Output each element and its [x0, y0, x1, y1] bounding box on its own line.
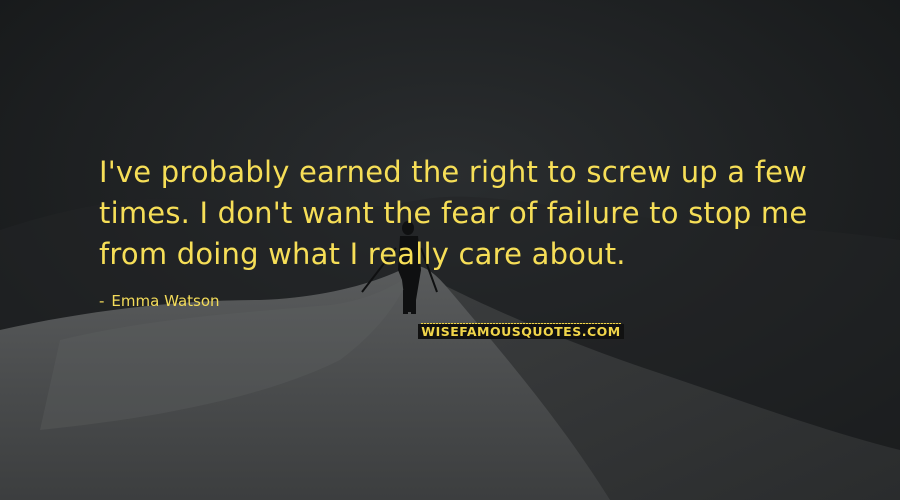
watermark-text: WISEFAMOUSQUOTES.COM — [418, 323, 624, 339]
quote-card: I've probably earned the right to screw … — [0, 0, 900, 500]
quote-line: from doing what I really care about. — [99, 237, 626, 271]
quote-line: times. I don't want the fear of failure … — [99, 196, 808, 230]
quote-line: I've probably earned the right to screw … — [99, 155, 808, 189]
author-name: Emma Watson — [111, 292, 220, 310]
quote-author: - Emma Watson — [99, 292, 220, 310]
watermark-logo: WISEFAMOUSQUOTES.COM — [418, 323, 624, 339]
quote-text: I've probably earned the right to screw … — [99, 152, 819, 275]
author-dash: - — [99, 292, 105, 310]
